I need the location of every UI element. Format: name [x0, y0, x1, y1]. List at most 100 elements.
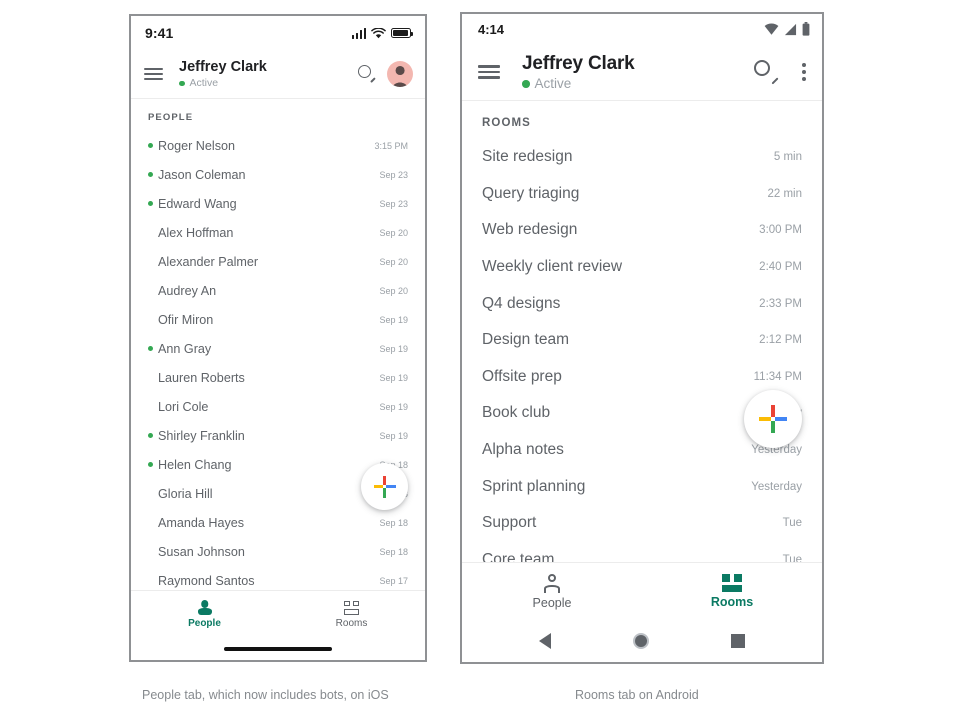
caption-android: Rooms tab on Android [575, 688, 699, 702]
list-item[interactable]: Design team 2:12 PM [462, 322, 822, 359]
list-item-label: Web redesign [482, 221, 578, 239]
android-rooms-list[interactable]: Site redesign 5 min Query triaging 22 min We… [462, 139, 822, 562]
list-item-timestamp: 22 min [767, 187, 802, 200]
list-item[interactable]: Ann Gray Sep 19 [131, 334, 425, 363]
person-icon [197, 600, 212, 615]
android-status-icons [764, 22, 810, 36]
ios-app-bar: Jeffrey Clark Active [131, 50, 425, 98]
ios-title-block: Jeffrey Clark Active [179, 59, 358, 89]
kebab-overflow-icon[interactable] [800, 61, 808, 83]
list-item-label: Offsite prep [482, 367, 562, 385]
list-item[interactable]: Lauren Roberts Sep 19 [131, 363, 425, 392]
android-home-icon[interactable] [633, 633, 649, 649]
rooms-grid-icon [344, 600, 359, 615]
google-plus-add-icon [373, 475, 396, 498]
list-item-label: Q4 designs [482, 294, 561, 312]
list-item-timestamp: 3:00 PM [759, 224, 802, 237]
hamburger-menu-icon[interactable] [144, 68, 163, 80]
list-item-timestamp: Sep 23 [379, 169, 408, 180]
list-item-label: Alpha notes [482, 441, 564, 459]
screenshot-stage: 9:41 Jeffrey Clark Active PEOPLE Roger N… [0, 0, 960, 716]
unread-dot-icon [148, 462, 153, 467]
android-title-block: Jeffrey Clark Active [522, 52, 754, 91]
avatar[interactable] [387, 61, 413, 87]
android-screen: 4:14 Jeffrey Clark Active ROOMS Site red… [462, 14, 822, 662]
list-item[interactable]: Susan Johnson Sep 18 [131, 537, 425, 566]
tab-people[interactable]: People [462, 563, 642, 620]
compose-fab-button[interactable] [744, 390, 802, 448]
page-title: Jeffrey Clark [522, 52, 635, 74]
android-phone-frame: 4:14 Jeffrey Clark Active ROOMS Site red… [460, 12, 824, 664]
unread-dot-icon [148, 143, 153, 148]
tab-rooms-label: Rooms [710, 595, 754, 609]
tab-people-label: People [532, 596, 572, 610]
list-item[interactable]: Ofir Miron Sep 19 [131, 305, 425, 334]
list-item-label: Alexander Palmer [158, 254, 259, 269]
list-item[interactable]: Audrey An Sep 20 [131, 276, 425, 305]
list-item[interactable]: Raymond Santos Sep 17 [131, 566, 425, 590]
list-item[interactable]: Edward Wang Sep 23 [131, 189, 425, 218]
list-item[interactable]: Sprint planning Yesterday [462, 468, 822, 505]
list-item-timestamp: Sep 20 [379, 256, 408, 267]
hamburger-menu-icon[interactable] [478, 65, 500, 79]
list-item-label: Raymond Santos [158, 573, 255, 588]
list-item-timestamp: Sep 19 [379, 343, 408, 354]
list-item-label: Core team [482, 550, 555, 562]
status-badge: Active [522, 76, 754, 91]
list-item-label: Helen Chang [158, 457, 232, 472]
ios-status-clock: 9:41 [145, 25, 174, 41]
list-item[interactable]: Alex Hoffman Sep 20 [131, 218, 425, 247]
android-system-nav-bar [462, 620, 822, 662]
list-item-label: Amanda Hayes [158, 515, 245, 530]
list-item[interactable]: Web redesign 3:00 PM [462, 212, 822, 249]
ios-phone-frame: 9:41 Jeffrey Clark Active PEOPLE Roger N… [129, 14, 427, 662]
presence-label: Active [189, 77, 219, 90]
unread-dot-icon [148, 433, 153, 438]
tab-rooms[interactable]: Rooms [278, 591, 425, 638]
caption-ios: People tab, which now includes bots, on … [142, 688, 389, 702]
list-item[interactable]: Roger Nelson 3:15 PM [131, 131, 425, 160]
list-item-timestamp: 5 min [773, 151, 802, 164]
cellular-signal-icon [351, 27, 366, 39]
list-item-label: Sprint planning [482, 477, 586, 495]
list-item-timestamp: Sep 19 [379, 430, 408, 441]
list-item[interactable]: Alexander Palmer Sep 20 [131, 247, 425, 276]
list-item[interactable]: Q4 designs 2:33 PM [462, 285, 822, 322]
list-item-label: Ofir Miron [158, 312, 214, 327]
section-header-people: PEOPLE [148, 112, 194, 123]
list-item-label: Alex Hoffman [158, 225, 234, 240]
list-item[interactable]: Core team Tue [462, 542, 822, 562]
wifi-icon [764, 23, 779, 35]
list-item-timestamp: 11:34 PM [753, 370, 802, 383]
tab-rooms[interactable]: Rooms [642, 563, 822, 620]
list-item-timestamp: Tue [782, 517, 802, 530]
list-item[interactable]: Weekly client review 2:40 PM [462, 249, 822, 286]
search-icon[interactable] [754, 60, 779, 85]
list-item-timestamp: 2:12 PM [759, 334, 802, 347]
android-recents-icon[interactable] [731, 634, 745, 648]
list-item[interactable]: Query triaging 22 min [462, 176, 822, 213]
list-item[interactable]: Support Tue [462, 505, 822, 542]
list-item[interactable]: Site redesign 5 min [462, 139, 822, 176]
search-icon[interactable] [358, 65, 376, 83]
list-item[interactable]: Amanda Hayes Sep 18 [131, 508, 425, 537]
ios-status-bar: 9:41 [131, 16, 425, 50]
list-item[interactable]: Shirley Franklin Sep 19 [131, 421, 425, 450]
android-app-bar: Jeffrey Clark Active [462, 44, 822, 100]
home-indicator[interactable] [224, 647, 332, 651]
battery-icon [802, 22, 810, 36]
status-badge: Active [179, 77, 358, 89]
tab-people[interactable]: People [131, 591, 278, 638]
list-item[interactable]: Lori Cole Sep 19 [131, 392, 425, 421]
list-item-label: Roger Nelson [158, 138, 236, 153]
list-item-timestamp: Sep 18 [379, 517, 408, 528]
list-item[interactable]: Jason Coleman Sep 23 [131, 160, 425, 189]
compose-fab-button[interactable] [361, 463, 408, 510]
ios-screen: 9:41 Jeffrey Clark Active PEOPLE Roger N… [131, 16, 425, 660]
battery-icon [391, 28, 413, 38]
android-back-icon[interactable] [539, 633, 551, 649]
ios-people-list[interactable]: Roger Nelson 3:15 PM Jason Coleman Sep 23 Ed… [131, 131, 425, 590]
list-item-label: Edward Wang [158, 196, 237, 211]
unread-dot-icon [148, 346, 153, 351]
presence-dot-icon [179, 80, 185, 87]
